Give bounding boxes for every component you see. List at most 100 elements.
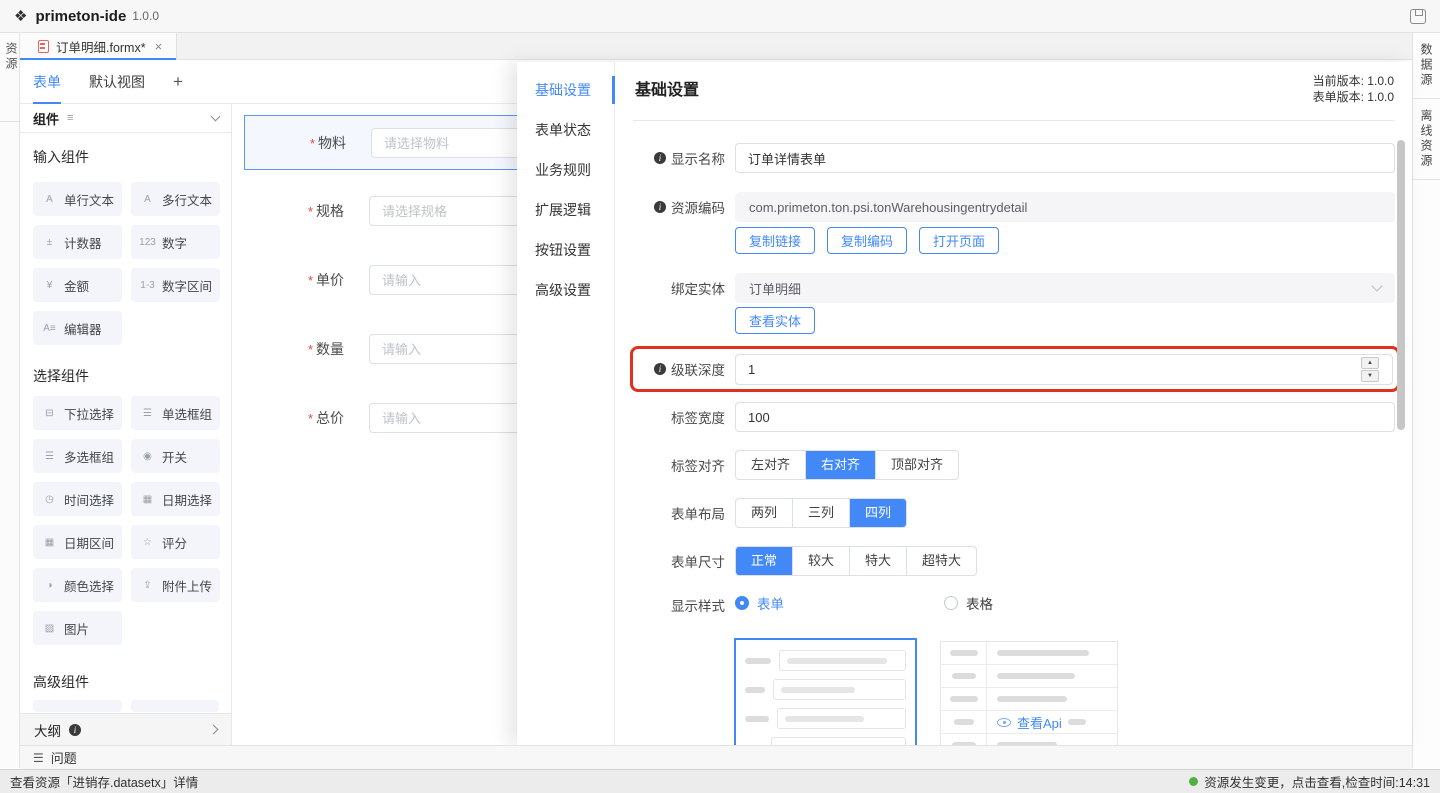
chevron-down-icon bbox=[1371, 280, 1382, 291]
image-icon: ▨ bbox=[41, 623, 58, 634]
problems-list-icon: ☰ bbox=[33, 751, 44, 765]
layout-option-four-col[interactable]: 四列 bbox=[849, 499, 906, 527]
component-rating[interactable]: ☆评分 bbox=[131, 525, 220, 559]
size-option-xxlarge[interactable]: 超特大 bbox=[906, 547, 976, 575]
label-align-label: 标签对齐 bbox=[625, 450, 725, 480]
form-size-label: 表单尺寸 bbox=[625, 546, 725, 576]
label-align-segmented: 左对齐 右对齐 顶部对齐 bbox=[735, 450, 959, 480]
section-title-select-components: 选择组件 bbox=[33, 366, 89, 386]
component-placeholder[interactable] bbox=[131, 700, 220, 712]
resource-code-label: 资源编码 bbox=[625, 192, 725, 222]
version-info: 当前版本: 1.0.0 表单版本: 1.0.0 bbox=[1313, 73, 1394, 105]
problems-label: 问题 bbox=[51, 748, 77, 767]
sidebar-item-resources[interactable]: 资源 bbox=[3, 42, 20, 72]
component-placeholder[interactable] bbox=[33, 700, 122, 712]
form-style-preview-card[interactable] bbox=[734, 638, 917, 745]
info-icon bbox=[654, 152, 666, 164]
open-page-button[interactable]: 打开页面 bbox=[919, 227, 999, 254]
align-option-top[interactable]: 顶部对齐 bbox=[875, 451, 958, 479]
preview-table-row bbox=[941, 665, 1117, 688]
radio-selected-icon[interactable] bbox=[735, 596, 749, 610]
cascade-depth-input[interactable] bbox=[735, 354, 1393, 385]
menu-button-settings[interactable]: 按钮设置 bbox=[517, 230, 614, 270]
menu-advanced-settings[interactable]: 高级设置 bbox=[517, 270, 614, 310]
app-logo-icon: ❖ bbox=[14, 7, 27, 25]
component-checkbox-group[interactable]: ☰多选框组 bbox=[33, 439, 122, 473]
layout-option-two-col[interactable]: 两列 bbox=[736, 499, 792, 527]
view-entity-button[interactable]: 查看实体 bbox=[735, 307, 815, 334]
save-icon[interactable] bbox=[1410, 9, 1426, 24]
component-image[interactable]: ▨图片 bbox=[33, 611, 122, 645]
switch-icon: ◉ bbox=[139, 451, 156, 462]
table-style-preview-card[interactable]: 查看Api bbox=[940, 641, 1118, 745]
close-icon[interactable]: × bbox=[155, 39, 163, 54]
align-option-left[interactable]: 左对齐 bbox=[736, 451, 805, 479]
single-line-text-icon: A bbox=[41, 194, 58, 205]
settings-menu: 基础设置 表单状态 业务规则 扩展逻辑 按钮设置 高级设置 bbox=[517, 62, 615, 745]
label-width-input[interactable] bbox=[735, 402, 1395, 432]
component-single-line-text[interactable]: A单行文本 bbox=[33, 182, 122, 216]
select-components-grid: ⊟下拉选择 ☰单选框组 ☰多选框组 ◉开关 ◷时间选择 ▦日期选择 ▦日期区间 … bbox=[33, 396, 219, 645]
display-name-label: 显示名称 bbox=[625, 143, 725, 173]
display-name-input[interactable] bbox=[735, 143, 1395, 173]
problems-bar[interactable]: ☰ 问题 bbox=[20, 745, 1412, 769]
component-switch[interactable]: ◉开关 bbox=[131, 439, 220, 473]
scrollbar-thumb[interactable] bbox=[1397, 140, 1405, 430]
stepper-down-icon[interactable]: ▼ bbox=[1361, 370, 1379, 382]
component-number-range[interactable]: 1-3数字区间 bbox=[131, 268, 220, 302]
chevron-right-icon[interactable] bbox=[209, 725, 219, 735]
bound-entity-select[interactable]: 订单明细 bbox=[735, 273, 1395, 303]
rail-divider bbox=[0, 121, 20, 122]
chevron-down-icon[interactable] bbox=[211, 112, 221, 122]
size-option-large[interactable]: 较大 bbox=[792, 547, 849, 575]
required-mark: * bbox=[310, 136, 315, 151]
menu-form-state[interactable]: 表单状态 bbox=[517, 110, 614, 150]
add-view-tab-button[interactable]: + bbox=[173, 60, 183, 104]
sidebar-item-datasource[interactable]: 数据源 bbox=[1418, 43, 1435, 88]
display-style-table-radio[interactable]: 表格 bbox=[944, 593, 993, 613]
component-select[interactable]: ⊟下拉选择 bbox=[33, 396, 122, 430]
component-currency[interactable]: ¥金额 bbox=[33, 268, 122, 302]
preview-table-row bbox=[941, 642, 1117, 665]
radio-unselected-icon[interactable] bbox=[944, 596, 958, 610]
color-picker-icon: ◑ bbox=[41, 580, 58, 591]
bound-entity-label: 绑定实体 bbox=[625, 273, 725, 303]
component-counter[interactable]: ±计数器 bbox=[33, 225, 122, 259]
display-style-form-radio[interactable]: 表单 bbox=[735, 593, 784, 613]
preview-row bbox=[745, 650, 906, 671]
size-option-normal[interactable]: 正常 bbox=[736, 547, 792, 575]
align-option-right[interactable]: 右对齐 bbox=[805, 451, 875, 479]
menu-business-rules[interactable]: 业务规则 bbox=[517, 150, 614, 190]
layout-option-three-col[interactable]: 三列 bbox=[792, 499, 849, 527]
size-option-xlarge[interactable]: 特大 bbox=[849, 547, 906, 575]
component-color-picker[interactable]: ◑颜色选择 bbox=[33, 568, 122, 602]
menu-basic-settings[interactable]: 基础设置 bbox=[517, 70, 614, 110]
tab-form[interactable]: 表单 bbox=[33, 60, 61, 104]
required-mark: * bbox=[308, 342, 313, 357]
form-size-segmented: 正常 较大 特大 超特大 bbox=[735, 546, 977, 576]
outline-section-header[interactable]: 大纲 bbox=[20, 713, 231, 745]
info-icon bbox=[69, 724, 81, 736]
component-multi-line-text[interactable]: A多行文本 bbox=[131, 182, 220, 216]
component-time-picker[interactable]: ◷时间选择 bbox=[33, 482, 122, 516]
copy-link-button[interactable]: 复制链接 bbox=[735, 227, 815, 254]
components-panel-header[interactable]: 组件 ≡ bbox=[20, 104, 232, 133]
component-upload[interactable]: ⇪附件上传 bbox=[131, 568, 220, 602]
component-radio-group[interactable]: ☰单选框组 bbox=[131, 396, 220, 430]
component-number[interactable]: 123数字 bbox=[131, 225, 220, 259]
sidebar-item-offline-resources[interactable]: 离线资源 bbox=[1418, 109, 1435, 169]
copy-code-button[interactable]: 复制编码 bbox=[827, 227, 907, 254]
status-change-notice[interactable]: 资源发生变更，点击查看,检查时间:14:31 bbox=[1189, 772, 1430, 791]
tab-default-view[interactable]: 默认视图 bbox=[89, 60, 145, 104]
stepper-up-icon[interactable]: ▲ bbox=[1361, 357, 1379, 369]
status-resource-detail[interactable]: 查看资源「进销存.datasetx」详情 bbox=[10, 772, 198, 791]
component-date-picker[interactable]: ▦日期选择 bbox=[131, 482, 220, 516]
number-stepper: ▲ ▼ bbox=[1361, 357, 1379, 382]
date-picker-icon: ▦ bbox=[139, 494, 156, 505]
file-tab-order-detail-formx[interactable]: 订单明细.formx* × bbox=[20, 33, 177, 60]
component-editor[interactable]: A≡编辑器 bbox=[33, 311, 122, 345]
app-version: 1.0.0 bbox=[132, 9, 159, 23]
menu-extension-logic[interactable]: 扩展逻辑 bbox=[517, 190, 614, 230]
component-date-range[interactable]: ▦日期区间 bbox=[33, 525, 122, 559]
view-api-link[interactable]: 查看Api bbox=[1017, 713, 1062, 732]
